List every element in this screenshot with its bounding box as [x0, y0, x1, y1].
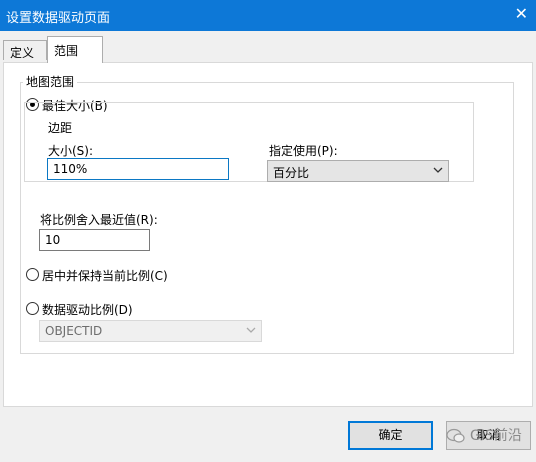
- chevron-down-icon: [246, 327, 256, 333]
- round-scale-input[interactable]: 10: [39, 229, 150, 251]
- center-keep-scale-label: 居中并保持当前比例(C): [42, 269, 168, 283]
- margin-group-label: 边距: [45, 119, 76, 136]
- watermark-text: GIS前沿: [470, 428, 522, 444]
- tab-definition[interactable]: 定义: [3, 40, 47, 60]
- ok-button[interactable]: 确定: [348, 421, 433, 450]
- margin-size-label: 大小(S):: [48, 144, 94, 158]
- tab-extent[interactable]: 范围: [47, 36, 103, 63]
- margin-units-value: 百分比: [273, 166, 310, 180]
- data-driven-scale-label: 数据驱动比例(D): [42, 303, 133, 317]
- close-icon[interactable]: ✕: [515, 4, 528, 24]
- wechat-icon: [446, 428, 465, 443]
- chevron-down-icon: [433, 167, 443, 173]
- scale-field-select: OBJECTID: [39, 320, 262, 342]
- center-keep-scale-radio[interactable]: [26, 268, 39, 281]
- map-extent-group-label: 地图范围: [23, 73, 78, 90]
- window-title: 设置数据驱动页面: [6, 11, 111, 26]
- scale-field-value: OBJECTID: [45, 324, 103, 338]
- margin-units-label: 指定使用(P):: [269, 144, 338, 158]
- margin-units-select[interactable]: 百分比: [267, 160, 449, 182]
- tab-strip: 定义 范围: [3, 36, 534, 63]
- data-driven-scale-radio[interactable]: [26, 302, 39, 315]
- round-scale-label: 将比例舍入最近值(R):: [40, 213, 158, 227]
- margin-size-input[interactable]: 110%: [47, 158, 229, 180]
- title-bar: 设置数据驱动页面 ✕: [0, 0, 536, 31]
- tab-panel-extent: 地图范围 最佳大小(B) 边距 大小(S): 110% 指定使用(P): 百分比…: [3, 62, 533, 407]
